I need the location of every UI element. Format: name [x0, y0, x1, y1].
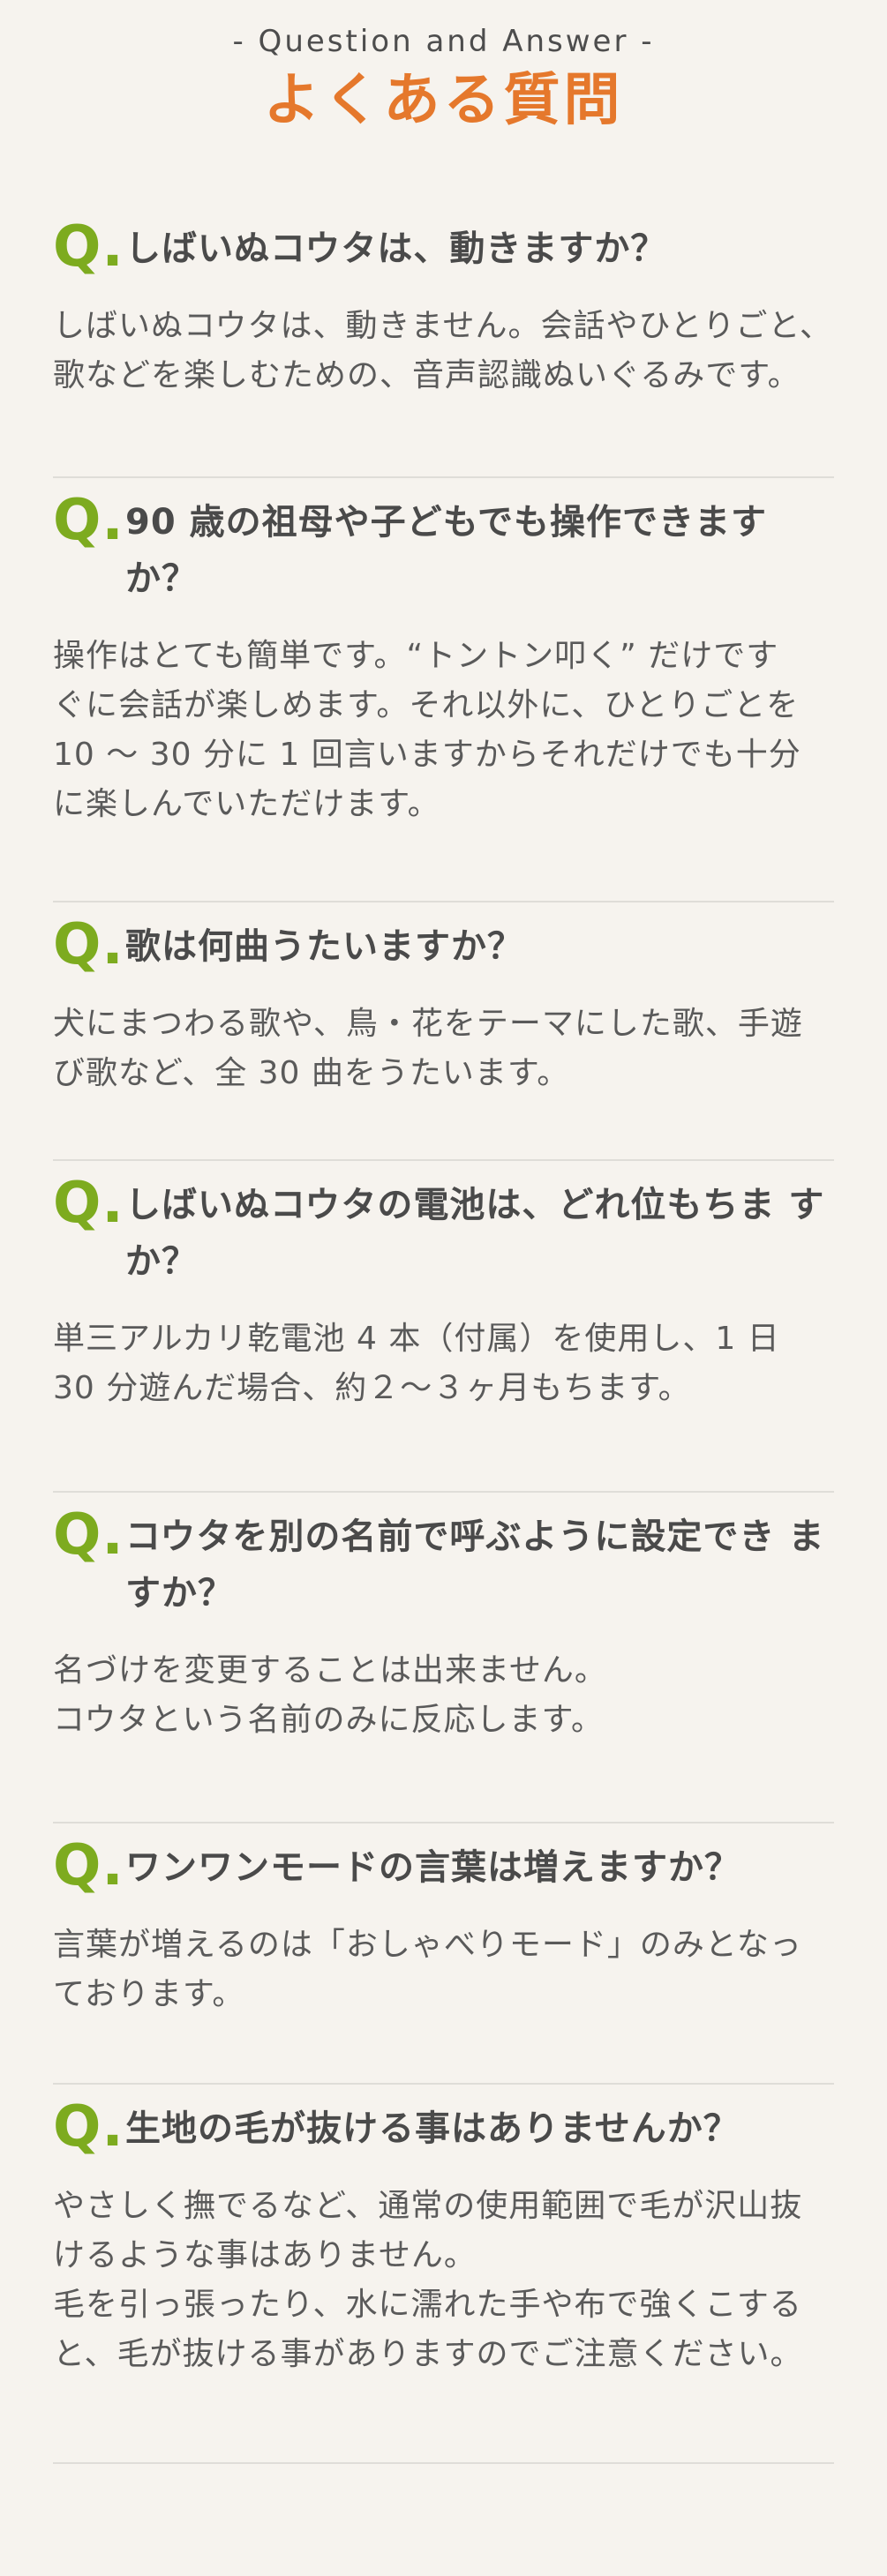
- question-row: Q. 歌は何曲うたいますか？: [53, 912, 834, 977]
- question-marker: Q.: [53, 1833, 124, 1898]
- question-marker: Q.: [53, 2094, 124, 2160]
- page-title: よくある質問: [263, 68, 624, 133]
- question-text: ワンワンモードの言葉は増えますか？: [125, 1847, 740, 1888]
- answer-text: 操作はとても簡単です。“トントン叩く” だけです ぐに会話が楽しめます。それ以外…: [53, 638, 801, 822]
- faq-item: Q. しばいぬコウタの電池は、どれ位もちま すか？ 単三アルカリ乾電池 4 本（…: [53, 1161, 834, 1493]
- question-marker: Q.: [53, 1502, 124, 1568]
- question-text: 90 歳の祖母や子どもでも操作できます か？: [125, 502, 767, 599]
- question-row: Q. 生地の毛が抜ける事はありませんか？: [53, 2094, 834, 2160]
- faq-item: Q. しばいぬコウタは、動きますか？ しばいぬコウタは、動きません。会話やひとり…: [53, 214, 834, 478]
- faq-list: Q. しばいぬコウタは、動きますか？ しばいぬコウタは、動きません。会話やひとり…: [53, 214, 834, 2464]
- faq-item: Q. 生地の毛が抜ける事はありませんか？ やさしく撫でるなど、通常の使用範囲で毛…: [53, 2085, 834, 2464]
- question-marker: Q.: [53, 488, 124, 553]
- answer-text: 言葉が増えるのは「おしゃべりモード」のみとなっ ております。: [53, 1927, 802, 2012]
- section-eyebrow: - Question and Answer -: [232, 24, 655, 59]
- faq-item: Q. ワンワンモードの言葉は増えますか？ 言葉が増えるのは「おしゃべりモード」の…: [53, 1823, 834, 2085]
- faq-header: - Question and Answer - よくある質問: [0, 26, 887, 129]
- faq-item: Q. コウタを別の名前で呼ぶように設定でき ますか？ 名づけを変更することは出来…: [53, 1493, 834, 1823]
- answer-text: しばいぬコウタは、動きません。会話やひとりごと、 歌などを楽しむための、音声認識…: [53, 308, 832, 393]
- faq-item: Q. 90 歳の祖母や子どもでも操作できます か？ 操作はとても簡単です。“トン…: [53, 478, 834, 902]
- answer-text: 犬にまつわる歌や、鳥・花をテーマにした歌、手遊 び歌など、全 30 曲をうたいま…: [53, 1006, 803, 1091]
- question-row: Q. しばいぬコウタの電池は、どれ位もちま すか？: [53, 1171, 834, 1290]
- question-row: Q. 90 歳の祖母や子どもでも操作できます か？: [53, 488, 834, 607]
- answer-text: 名づけを変更することは出来ません。 コウタという名前のみに反応します。: [53, 1652, 607, 1738]
- question-text: コウタを別の名前で呼ぶように設定でき ますか？: [125, 1516, 825, 1614]
- question-text: しばいぬコウタの電池は、どれ位もちま すか？: [125, 1185, 825, 1282]
- question-text: 歌は何曲うたいますか？: [125, 926, 523, 967]
- faq-page: - Question and Answer - よくある質問 Q. しばいぬコウ…: [0, 0, 887, 2576]
- question-marker: Q.: [53, 1171, 124, 1236]
- question-marker: Q.: [53, 912, 124, 977]
- answer-text: 単三アルカリ乾電池 4 本（付属）を使用し、1 日 30 分遊んだ場合、約２〜３…: [53, 1321, 780, 1406]
- question-row: Q. しばいぬコウタは、動きますか？: [53, 214, 834, 280]
- question-text: しばいぬコウタは、動きますか？: [125, 228, 667, 269]
- question-row: Q. コウタを別の名前で呼ぶように設定でき ますか？: [53, 1502, 834, 1621]
- question-marker: Q.: [53, 214, 124, 280]
- faq-item: Q. 歌は何曲うたいますか？ 犬にまつわる歌や、鳥・花をテーマにした歌、手遊 び…: [53, 902, 834, 1161]
- question-text: 生地の毛が抜ける事はありませんか？: [125, 2108, 740, 2149]
- question-row: Q. ワンワンモードの言葉は増えますか？: [53, 1833, 834, 1898]
- answer-text: やさしく撫でるなど、通常の使用範囲で毛が沢山抜 けるような事はありません。 毛を…: [53, 2188, 803, 2372]
